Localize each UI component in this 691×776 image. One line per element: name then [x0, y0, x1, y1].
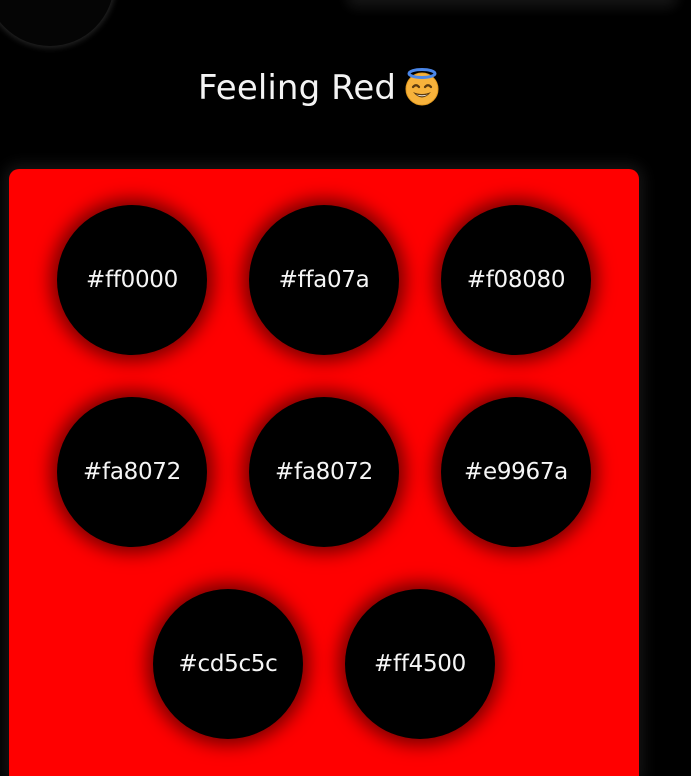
color-swatch[interactable]: #e9967a [441, 397, 591, 547]
swatch-hex-label: #cd5c5c [178, 651, 278, 677]
swatch-hex-label: #f08080 [466, 267, 566, 293]
background-blurred-element [346, 0, 678, 8]
color-palette-card: #ff0000 #ffa07a #f08080 #fa8072 #fa8072 … [9, 169, 639, 776]
smiling-face-with-halo-icon [402, 67, 442, 107]
color-swatch[interactable]: #ffa07a [249, 205, 399, 355]
page-title: Feeling Red [198, 68, 397, 108]
background-decoration-circle [0, 0, 114, 46]
color-swatch[interactable]: #ff4500 [345, 589, 495, 739]
swatch-hex-label: #fa8072 [275, 459, 373, 485]
color-swatch[interactable]: #cd5c5c [153, 589, 303, 739]
color-swatch[interactable]: #fa8072 [249, 397, 399, 547]
swatch-hex-label: #ff4500 [374, 651, 466, 677]
swatch-hex-label: #e9967a [464, 459, 568, 485]
swatch-hex-label: #ff0000 [86, 267, 178, 293]
color-swatch[interactable]: #f08080 [441, 205, 591, 355]
swatch-hex-label: #ffa07a [278, 267, 370, 293]
color-swatch[interactable]: #fa8072 [57, 397, 207, 547]
page-header: Feeling Red [198, 66, 442, 110]
color-swatch[interactable]: #ff0000 [57, 205, 207, 355]
swatch-hex-label: #fa8072 [83, 459, 181, 485]
